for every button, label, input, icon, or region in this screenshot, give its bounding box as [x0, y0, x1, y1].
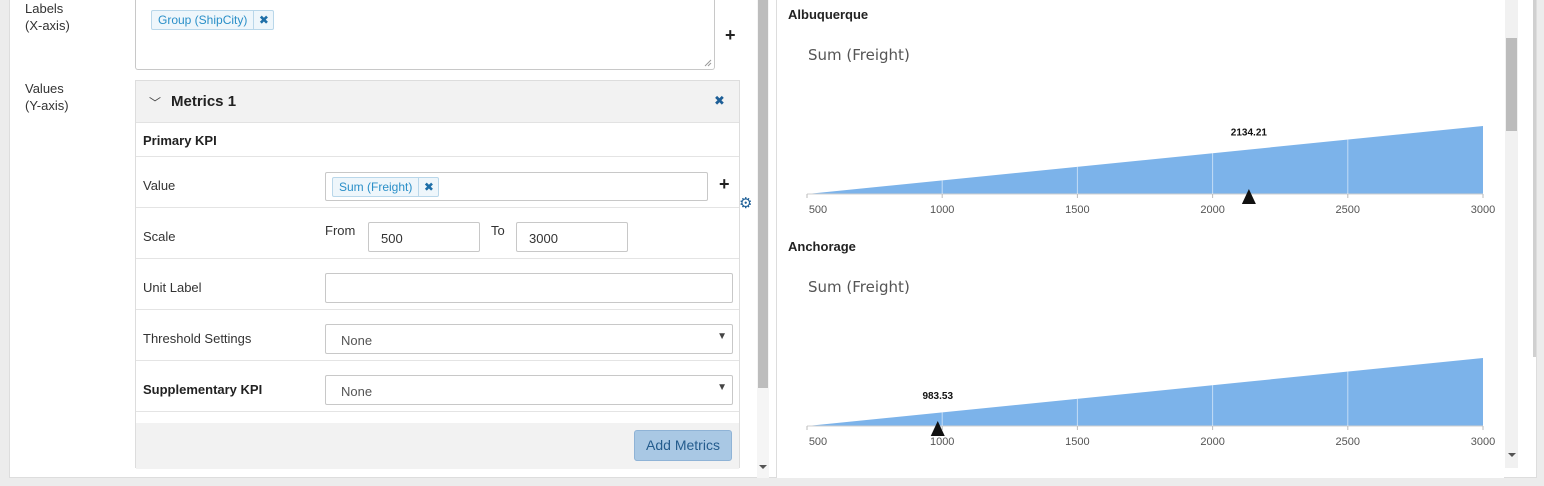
- value-label: 2134.21: [1231, 128, 1268, 139]
- value-label: 983.53: [922, 391, 953, 402]
- supplementary-label: Supplementary KPI: [143, 382, 263, 397]
- tick-label: 2000: [1200, 436, 1224, 448]
- resize-handle-icon[interactable]: [704, 59, 712, 67]
- scale-from-value: 500: [381, 231, 403, 246]
- tick-label: 2500: [1336, 204, 1360, 216]
- scroll-down-arrow-icon[interactable]: [1508, 452, 1516, 458]
- scale-to-input[interactable]: 3000: [516, 222, 628, 252]
- scale-wedge: [807, 358, 1483, 426]
- scale-row: Scale From 500 To 3000: [136, 208, 739, 259]
- supplementary-select[interactable]: None ▼: [325, 375, 733, 405]
- add-label-button[interactable]: +: [725, 26, 736, 44]
- page-scrollbar[interactable]: [1533, 0, 1536, 357]
- add-value-button[interactable]: +: [719, 175, 730, 193]
- chevron-down-icon[interactable]: ﹀: [149, 94, 161, 111]
- tick-label: 1500: [1065, 204, 1089, 216]
- labels-xaxis-label: Labels (X-axis): [25, 1, 70, 33]
- chart-title-albuquerque: Sum (Freight): [808, 46, 910, 64]
- tick-label: 1000: [930, 436, 954, 448]
- labels-dropzone[interactable]: Group (ShipCity) ✖: [135, 0, 715, 70]
- supplementary-value: None: [341, 384, 373, 399]
- supplementary-row: Supplementary KPI None ▼: [136, 361, 739, 412]
- scale-label: Scale: [143, 229, 176, 244]
- scroll-down-arrow-icon[interactable]: [759, 464, 767, 470]
- threshold-select[interactable]: None ▼: [325, 324, 733, 354]
- threshold-row: Threshold Settings None ▼: [136, 310, 739, 361]
- threshold-value: None: [341, 333, 373, 348]
- unit-label: Unit Label: [143, 280, 202, 295]
- primary-kpi-heading: Primary KPI: [143, 133, 217, 148]
- labels-chip-text: Group (ShipCity): [158, 13, 248, 27]
- tick-label: 500: [809, 436, 827, 448]
- tick-label: 3000: [1471, 204, 1495, 216]
- scale-to-value: 3000: [529, 231, 558, 246]
- value-label: Value: [143, 178, 176, 193]
- chart-title-anchorage: Sum (Freight): [808, 278, 910, 296]
- metrics-title: Metrics 1: [171, 93, 237, 110]
- value-row: Value Sum (Freight) ✖ +: [136, 157, 739, 208]
- bullet-chart-albuquerque: 500 1000 1500 2000 2500 3000 2134.21: [806, 126, 1495, 216]
- value-dropzone[interactable]: Sum (Freight) ✖: [325, 172, 708, 201]
- scale-wedge: [807, 126, 1483, 194]
- preview-scrollbar-thumb[interactable]: [1506, 38, 1517, 131]
- values-yaxis-label: Values (Y-axis): [25, 81, 69, 113]
- metrics-header[interactable]: ﹀ Metrics 1 ✖: [136, 81, 739, 123]
- tick-label: 2500: [1336, 436, 1360, 448]
- left-scrollbar-thumb[interactable]: [758, 0, 768, 388]
- close-icon[interactable]: ✖: [714, 93, 725, 109]
- chevron-down-icon: ▼: [717, 331, 727, 342]
- primary-kpi-row: Primary KPI: [136, 123, 739, 157]
- metrics-panel: ﹀ Metrics 1 ✖ Primary KPI Value Sum (Fre…: [135, 80, 740, 469]
- value-chip-text: Sum (Freight): [339, 180, 413, 194]
- scale-from-input[interactable]: 500: [368, 222, 480, 252]
- chart-label-albuquerque: Albuquerque: [788, 7, 869, 22]
- labels-chip: Group (ShipCity) ✖: [151, 10, 275, 30]
- to-label: To: [491, 223, 505, 238]
- remove-icon[interactable]: ✖: [253, 11, 273, 29]
- bullet-chart-anchorage: 500 1000 1500 2000 2500 3000 983.53: [806, 358, 1495, 448]
- from-label: From: [325, 223, 356, 238]
- remove-icon[interactable]: ✖: [418, 178, 438, 196]
- gear-icon[interactable]: ⚙: [739, 194, 752, 212]
- value-chip: Sum (Freight) ✖: [332, 177, 440, 197]
- tick-label: 2000: [1200, 204, 1224, 216]
- tick-label: 1500: [1065, 436, 1089, 448]
- threshold-label: Threshold Settings: [143, 331, 252, 346]
- unit-label-input[interactable]: [325, 273, 733, 303]
- chart-label-anchorage: Anchorage: [788, 239, 856, 254]
- tick-label: 500: [809, 204, 827, 216]
- unit-label-row: Unit Label: [136, 259, 739, 310]
- tick-label: 3000: [1471, 436, 1495, 448]
- add-metrics-button[interactable]: Add Metrics: [634, 430, 732, 461]
- chevron-down-icon: ▼: [717, 382, 727, 393]
- metrics-footer: Add Metrics: [136, 423, 739, 469]
- tick-label: 1000: [930, 204, 954, 216]
